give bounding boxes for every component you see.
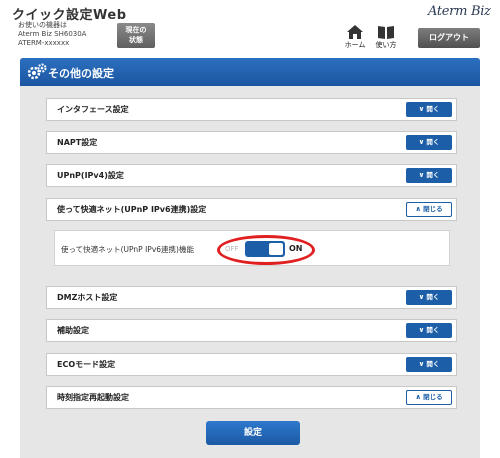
chevron-down-icon: ∨ [418,293,425,301]
open-label: 開く [426,326,440,334]
gear-icon [27,63,47,80]
submit-settings-button[interactable]: 設定 [206,421,300,445]
open-button[interactable]: ∨ 開く [406,168,452,183]
open-button[interactable]: ∨ 開く [406,290,452,305]
upnp-ipv6-function-label: 使って快適ネット(UPnP IPv6連携)機能 [61,245,194,254]
section-label: NAPT設定 [57,138,98,147]
panel-header: その他の設定 [20,58,480,86]
section-label: ECOモード設定 [57,360,116,369]
chevron-up-icon: ∧ [415,393,422,401]
section-upnp-ipv4[interactable]: UPnP(IPv4)設定 ∨ 開く [46,164,457,187]
section-napt[interactable]: NAPT設定 ∨ 開く [46,131,457,154]
current-status-button[interactable]: 現在の 状態 [117,23,155,48]
header: クイック設定Web お使いの機器は Aterm Biz SH6030A ATER… [0,0,500,56]
open-button[interactable]: ∨ 開く [406,135,452,150]
chevron-down-icon: ∨ [418,326,425,334]
open-label: 開く [426,360,440,368]
logout-button[interactable]: ログアウト [418,28,480,48]
home-button[interactable]: ホーム [342,25,368,50]
section-dmz[interactable]: DMZホスト設定 ∨ 開く [46,286,457,309]
panel-title: その他の設定 [48,67,114,80]
close-button[interactable]: ∧ 閉じる [406,390,452,405]
aterm-logo: Aterm Biz [428,4,491,19]
home-icon [347,25,363,39]
section-label: インタフェース設定 [57,105,129,114]
status-button-label-2: 状態 [129,36,143,44]
chevron-down-icon: ∨ [418,360,425,368]
section-interface[interactable]: インタフェース設定 ∨ 開く [46,98,457,121]
open-label: 開く [426,105,440,113]
home-label: ホーム [344,41,366,49]
toggle-on-label: ON [289,244,303,253]
device-model: Aterm Biz SH6030A [18,30,87,38]
upnp-ipv6-setting: 使って快適ネット(UPnP IPv6連携)機能 OFF ON [54,230,450,266]
section-label: 使って快適ネット(UPnP IPv6連携)設定 [57,205,207,214]
chevron-down-icon: ∨ [418,138,425,146]
open-button[interactable]: ∨ 開く [406,323,452,338]
chevron-down-icon: ∨ [418,171,425,179]
open-label: 開く [426,171,440,179]
help-button[interactable]: 使い方 [373,25,399,50]
upnp-ipv6-toggle[interactable]: OFF ON [217,235,317,265]
close-label: 閉じる [423,205,443,213]
toggle-switch[interactable] [245,241,285,257]
device-name: ATERM-xxxxxx [18,39,70,47]
section-auxiliary[interactable]: 補助設定 ∨ 開く [46,319,457,342]
open-button[interactable]: ∨ 開く [406,102,452,117]
close-label: 閉じる [423,393,443,401]
section-upnp-ipv6[interactable]: 使って快適ネット(UPnP IPv6連携)設定 ∧ 閉じる [46,198,457,221]
section-label: 時刻指定再起動設定 [57,393,129,402]
open-button[interactable]: ∨ 開く [406,357,452,372]
open-label: 開く [426,138,440,146]
settings-panel: その他の設定 インタフェース設定 ∨ 開く NAPT設定 ∨ 開く UPnP(IPv… [20,58,480,458]
device-info-line: お使いの機器は [18,21,67,29]
section-label: 補助設定 [57,326,89,335]
section-label: DMZホスト設定 [57,293,118,302]
status-button-label-1: 現在の [125,26,147,34]
section-scheduled-reboot[interactable]: 時刻指定再起動設定 ∧ 閉じる [46,386,457,409]
help-label: 使い方 [375,41,397,49]
section-label: UPnP(IPv4)設定 [57,171,124,180]
close-button[interactable]: ∧ 閉じる [406,202,452,217]
book-icon [378,26,394,39]
device-info: お使いの機器は Aterm Biz SH6030A ATERM-xxxxxx [18,21,86,48]
section-eco-mode[interactable]: ECOモード設定 ∨ 開く [46,353,457,376]
chevron-up-icon: ∧ [415,205,422,213]
chevron-down-icon: ∨ [418,105,425,113]
toggle-off-label: OFF [225,245,239,253]
toggle-knob[interactable] [269,243,283,255]
open-label: 開く [426,293,440,301]
